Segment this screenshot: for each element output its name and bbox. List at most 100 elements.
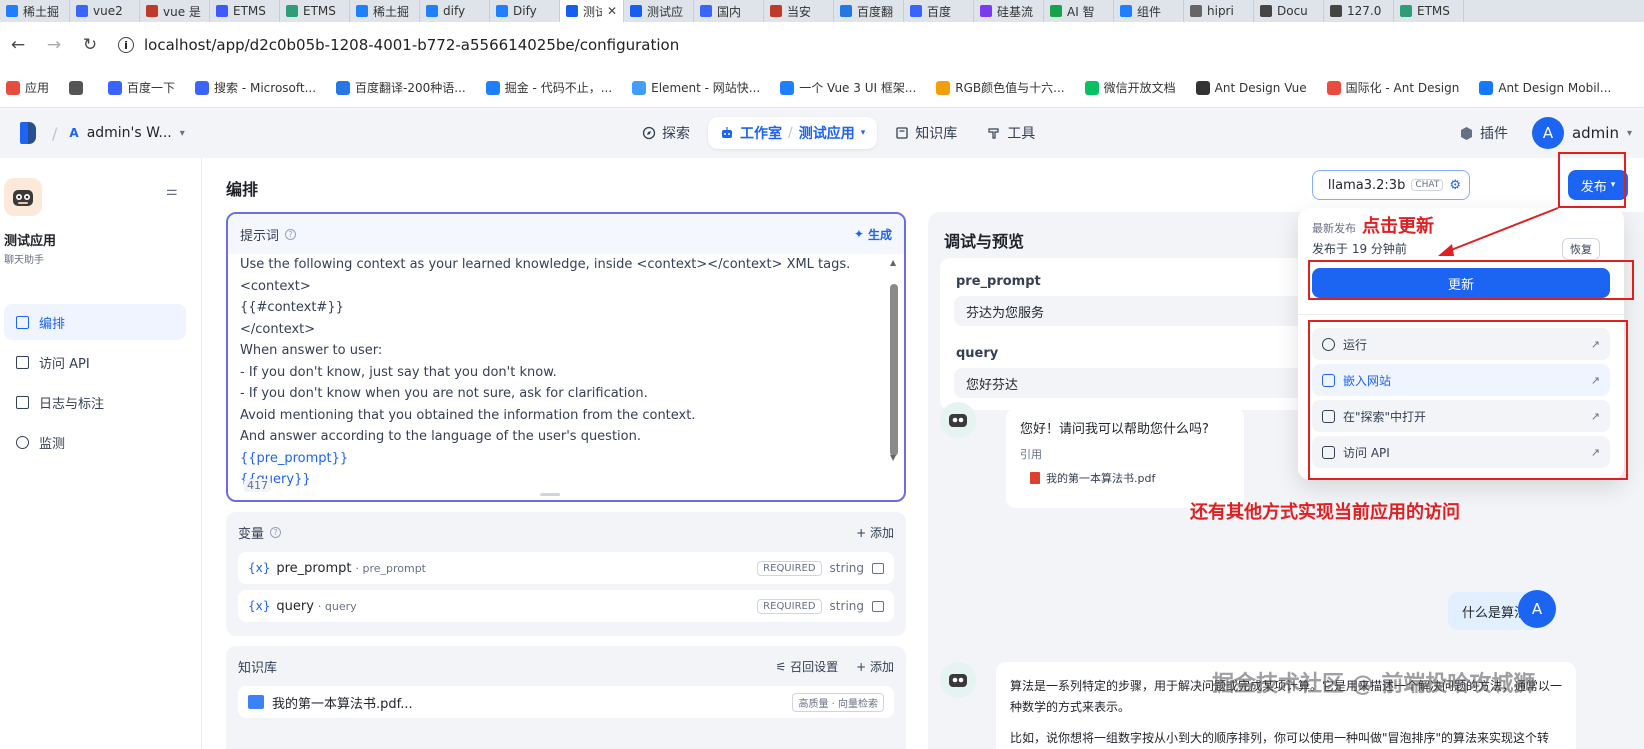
input-query[interactable]: 您好芬达 <box>954 368 1334 398</box>
prompt-variable: {{pre_prompt}} <box>240 450 349 466</box>
bookmark-item[interactable]: RGB颜色值与十六... <box>936 79 1065 96</box>
browser-tab[interactable]: 百度 <box>904 0 974 22</box>
browser-tab[interactable]: 组件 <box>1114 0 1184 22</box>
browser-tab[interactable]: Dify <box>490 0 560 22</box>
browser-tab[interactable]: vue2 <box>70 0 140 22</box>
bookmark-item[interactable]: 百度翻译-200种语... <box>336 79 466 96</box>
browser-tab[interactable]: ETMS <box>1394 0 1464 22</box>
bookmark-favicon-icon <box>336 80 351 95</box>
browser-tab[interactable]: 稀土掘 <box>0 0 70 22</box>
bookmark-item[interactable]: 一个 Vue 3 UI 框架... <box>780 79 916 96</box>
browser-tab[interactable]: ETMS <box>280 0 350 22</box>
scroll-up-icon[interactable]: ▲ <box>890 258 896 267</box>
edit-icon[interactable] <box>872 562 884 574</box>
scrollbar-thumb[interactable] <box>890 284 898 456</box>
browser-tab[interactable]: 测试应 <box>624 0 694 22</box>
dify-logo[interactable] <box>20 122 36 144</box>
robot-icon <box>13 190 33 206</box>
model-selector[interactable]: llama3.2:3b CHAT ⚙ <box>1312 170 1470 200</box>
bookmark-favicon-icon <box>632 80 647 95</box>
generate-button[interactable]: ✦ 生成 <box>854 226 892 243</box>
reload-icon[interactable]: ↻ <box>72 35 108 55</box>
bookmark-label: Element - 网站快... <box>651 81 761 95</box>
bookmark-item[interactable]: Ant Design Vue <box>1195 80 1307 95</box>
publish-action-item[interactable]: 在"探索"中打开 ↗ <box>1312 400 1610 432</box>
site-info-icon[interactable]: i <box>118 37 134 53</box>
browser-tab[interactable]: ETMS <box>210 0 280 22</box>
bookmark-item[interactable]: 微信开放文档 <box>1084 79 1176 96</box>
publish-action-item[interactable]: 运行 ↗ <box>1312 328 1610 360</box>
browser-tab[interactable]: vue 是 <box>140 0 210 22</box>
browser-tab[interactable]: AI 智 <box>1044 0 1114 22</box>
nav-knowledge[interactable]: 知识库 <box>883 117 969 149</box>
workspace-switcher[interactable]: A admin's W... ▾ <box>69 125 184 141</box>
sidebar-toggle-icon[interactable]: ⚌ <box>166 184 178 199</box>
publish-action-item[interactable]: 访问 API ↗ <box>1312 436 1610 468</box>
robot-icon <box>949 674 967 687</box>
bookmark-item[interactable]: Ant Design Mobil... <box>1479 80 1611 95</box>
publish-button[interactable]: 发布 ▾ <box>1568 170 1628 200</box>
edit-icon[interactable] <box>872 600 884 612</box>
forward-icon[interactable]: → <box>36 35 72 55</box>
bookmark-item[interactable]: 搜索 - Microsoft... <box>195 79 316 96</box>
add-variable-button[interactable]: + 添加 <box>856 524 894 541</box>
sidebar-item[interactable]: 日志与标注 <box>4 384 186 420</box>
recall-settings-button[interactable]: ⚟ 召回设置 <box>776 658 839 675</box>
bot-avatar <box>940 662 976 698</box>
help-icon[interactable]: ? <box>270 526 282 538</box>
variable-row[interactable]: {x} pre_prompt · pre_prompt REQUIRED string <box>238 552 894 584</box>
browser-tab[interactable]: 127.0 <box>1324 0 1394 22</box>
char-count: 417 <box>244 479 271 492</box>
bookmark-item[interactable]: 百度一下 <box>108 79 175 96</box>
resize-handle[interactable] <box>540 493 560 496</box>
bookmark-item[interactable]: Element - 网站快... <box>632 79 760 96</box>
url-field[interactable]: i localhost/app/d2c0b05b-1208-4001-b772-… <box>118 36 679 54</box>
restore-button[interactable]: 恢复 <box>1562 238 1600 260</box>
plugins-button[interactable]: 插件 <box>1459 123 1508 143</box>
knowledge-item[interactable]: 我的第一本算法书.pdf... 高质量 · 向量检索 <box>238 686 894 718</box>
browser-tab[interactable]: 当安 <box>764 0 834 22</box>
bookmark-item[interactable] <box>69 80 88 95</box>
browser-tab[interactable]: 硅基流 <box>974 0 1044 22</box>
close-icon[interactable]: ✕ <box>607 4 617 18</box>
publish-action-item[interactable]: 嵌入网站 ↗ <box>1312 364 1610 396</box>
browser-tab[interactable]: Docu <box>1254 0 1324 22</box>
add-knowledge-button[interactable]: + 添加 <box>856 658 894 675</box>
nav-studio[interactable]: 工作室 / 测试应用 ▾ <box>708 117 878 149</box>
prompt-editor[interactable]: 提示词 ? ✦ 生成 Use the following context as … <box>226 212 906 502</box>
bookmark-item[interactable]: 应用 <box>6 79 49 96</box>
nav-tools[interactable]: 工具 <box>975 117 1047 149</box>
browser-tab[interactable]: 国内 <box>694 0 764 22</box>
app-header: / A admin's W... ▾ 探索 工作室 / 测试应用 ▾ 知识库 工… <box>0 108 1644 158</box>
browser-tab[interactable]: dify <box>420 0 490 22</box>
sidebar-item[interactable]: 监测 <box>4 424 186 460</box>
variable-type: string <box>829 561 864 575</box>
variable-row[interactable]: {x} query · query REQUIRED string <box>238 590 894 622</box>
model-badge: CHAT <box>1411 179 1444 191</box>
update-button[interactable]: 更新 <box>1312 268 1610 298</box>
settings-icon[interactable]: ⚙ <box>1449 178 1461 193</box>
scroll-down-icon[interactable]: ▼ <box>890 453 896 462</box>
bookmark-item[interactable]: 掘金 - 代码不止，... <box>485 79 612 96</box>
browser-tab[interactable]: 百度翻 <box>834 0 904 22</box>
tab-label: 硅基流 <box>997 4 1034 19</box>
tab-favicon-icon <box>1400 5 1412 17</box>
prompt-text[interactable]: Use the following context as your learne… <box>228 254 904 491</box>
sidebar-item[interactable]: 访问 API <box>4 344 186 380</box>
citation-label: 引用 <box>1020 448 1042 461</box>
help-icon[interactable]: ? <box>285 228 297 240</box>
chevron-down-icon: ▾ <box>1610 180 1616 190</box>
browser-tab[interactable]: 稀土掘 <box>350 0 420 22</box>
browser-tab[interactable]: hipri <box>1184 0 1254 22</box>
bookmark-item[interactable]: 国际化 - Ant Design <box>1326 79 1459 96</box>
back-icon[interactable]: ← <box>0 35 36 55</box>
nav-explore[interactable]: 探索 <box>630 117 702 149</box>
sidebar-item[interactable]: 编排 <box>4 304 186 340</box>
citation-file[interactable]: 我的第一本算法书.pdf <box>1030 470 1155 486</box>
browser-tab[interactable]: 测试应 ✕ <box>560 0 624 22</box>
prompt-scrollbar[interactable]: ▲ ▼ <box>890 258 898 462</box>
document-icon <box>1322 445 1335 459</box>
nav-app-label[interactable]: 测试应用 <box>799 123 855 143</box>
input-pre-prompt[interactable]: 芬达为您服务 <box>954 296 1334 326</box>
user-menu[interactable]: A admin ▾ <box>1531 117 1632 149</box>
